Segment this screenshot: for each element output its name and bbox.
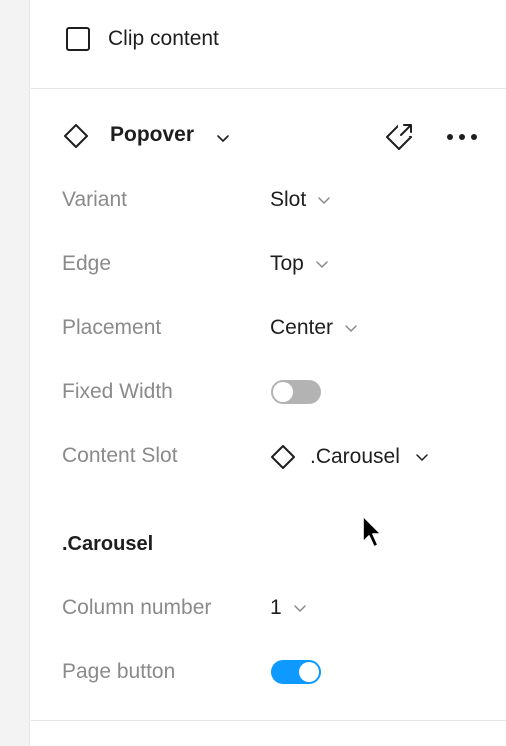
edge-label: Edge xyxy=(62,252,112,275)
more-dot xyxy=(471,134,477,140)
chevron-down-icon xyxy=(416,454,428,461)
edge-value: Top xyxy=(270,252,304,275)
clip-content-row[interactable]: Clip content xyxy=(66,26,219,52)
component-diamond-icon xyxy=(271,445,295,469)
properties-panel-stage: Clip content Popover Variant Slot Edge T… xyxy=(0,0,506,746)
placement-label: Placement xyxy=(62,316,162,339)
column-number-dropdown[interactable]: 1 xyxy=(270,596,308,620)
toggle-knob xyxy=(299,662,319,682)
chevron-down-icon xyxy=(345,325,357,332)
chevron-down-icon xyxy=(318,197,330,204)
edge-dropdown[interactable]: Top xyxy=(270,252,330,276)
variant-dropdown[interactable]: Slot xyxy=(270,188,332,212)
placement-value: Center xyxy=(270,316,334,339)
chevron-down-icon[interactable] xyxy=(214,129,232,147)
component-diamond-icon xyxy=(64,124,88,148)
clip-content-checkbox[interactable] xyxy=(66,27,90,51)
column-number-value: 1 xyxy=(270,596,282,619)
content-slot-swap[interactable]: .Carousel xyxy=(270,444,430,470)
fixed-width-label: Fixed Width xyxy=(62,380,173,403)
right-sidebar xyxy=(31,0,506,746)
toggle-knob xyxy=(273,382,293,402)
variant-label: Variant xyxy=(62,188,127,211)
chevron-down-icon xyxy=(293,605,306,612)
content-slot-value: .Carousel xyxy=(310,445,400,468)
mouse-pointer-icon xyxy=(362,515,382,548)
page-button-toggle[interactable] xyxy=(271,660,321,684)
variant-value: Slot xyxy=(270,188,307,211)
canvas-edge xyxy=(0,0,30,746)
section-divider xyxy=(31,720,506,721)
clip-content-label: Clip content xyxy=(108,27,219,50)
placement-dropdown[interactable]: Center xyxy=(270,316,359,340)
content-slot-label: Content Slot xyxy=(62,444,178,467)
more-options-icon[interactable] xyxy=(442,125,482,149)
page-button-label: Page button xyxy=(62,660,176,683)
column-number-label: Column number xyxy=(62,596,212,619)
more-dot xyxy=(459,134,465,140)
chevron-down-icon xyxy=(316,261,328,268)
fixed-width-toggle[interactable] xyxy=(271,380,321,404)
detach-instance-icon[interactable] xyxy=(382,120,416,154)
component-name[interactable]: Popover xyxy=(110,123,194,147)
component-header: Popover xyxy=(62,120,482,154)
nested-instance-title: .Carousel xyxy=(62,533,154,555)
more-dot xyxy=(447,134,453,140)
section-divider xyxy=(31,88,506,89)
